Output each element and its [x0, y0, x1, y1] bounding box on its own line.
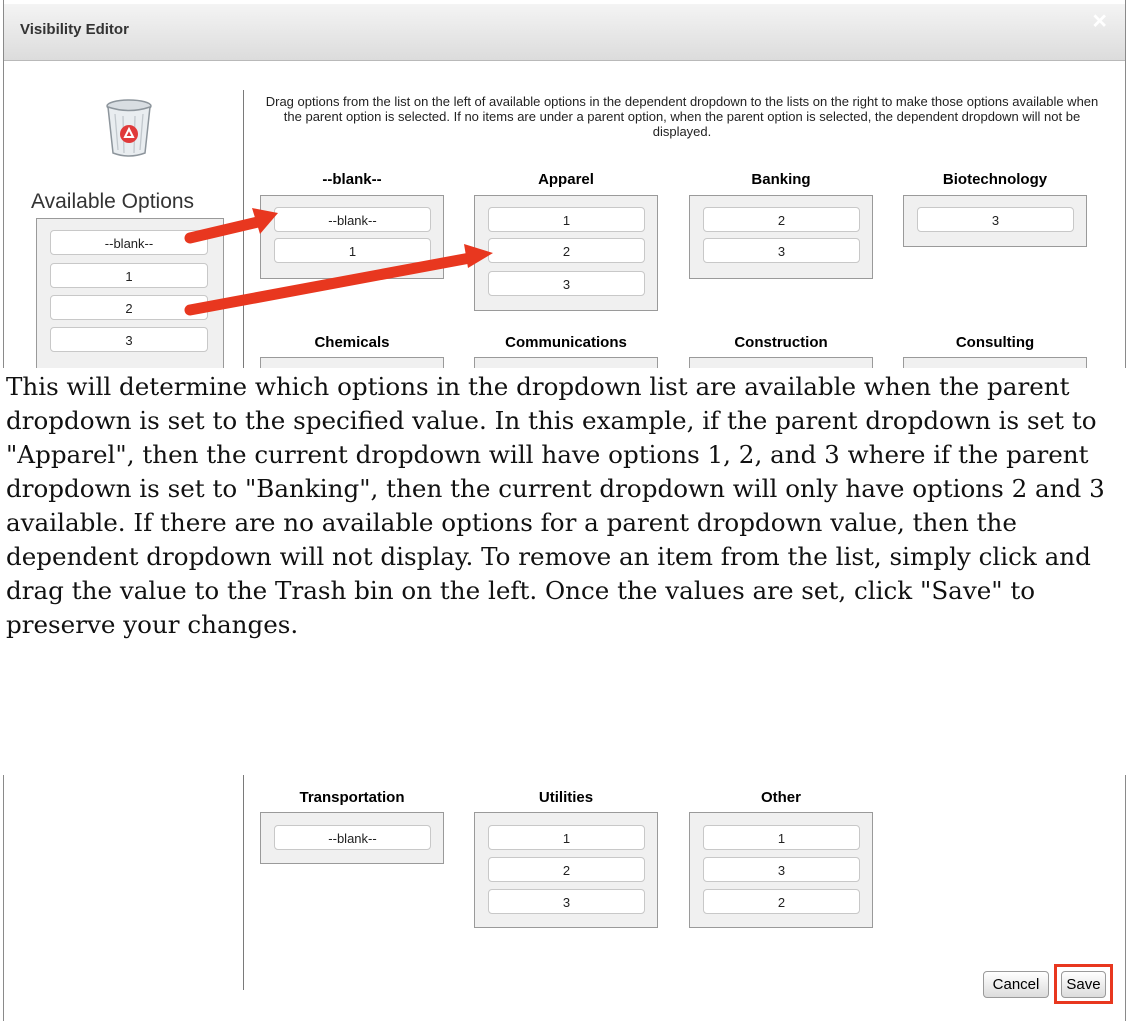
annotation-arrows [184, 208, 493, 316]
description-paragraph: This will determine which options in the… [6, 372, 1105, 639]
list-item[interactable]: --blank-- [274, 825, 431, 850]
list-item[interactable]: 1 [488, 825, 645, 850]
panel-divider [243, 775, 244, 990]
arrow-head-icon [464, 244, 493, 268]
arrow-line [184, 216, 264, 244]
group-title: Transportation [299, 789, 405, 806]
arrow-line [184, 252, 476, 316]
list-item[interactable]: 3 [488, 889, 645, 914]
group-list-transportation: --blank-- [260, 812, 444, 864]
save-button[interactable]: Save [1061, 971, 1106, 998]
group-list-utilities: 1 2 3 [474, 812, 658, 928]
list-item[interactable]: 2 [488, 857, 645, 882]
cancel-button[interactable]: Cancel [983, 971, 1049, 998]
list-item[interactable]: 3 [703, 857, 860, 882]
group-list-other: 1 3 2 [689, 812, 873, 928]
list-item[interactable]: 2 [703, 889, 860, 914]
group-title: Other [760, 789, 801, 806]
visibility-editor-dialog-top: Visibility Editor × Available Options --… [0, 0, 1129, 368]
visibility-editor-dialog-bottom: Transportation Utilities Other --blank--… [0, 775, 1129, 1021]
list-item[interactable]: 1 [703, 825, 860, 850]
group-title: Utilities [538, 789, 594, 806]
